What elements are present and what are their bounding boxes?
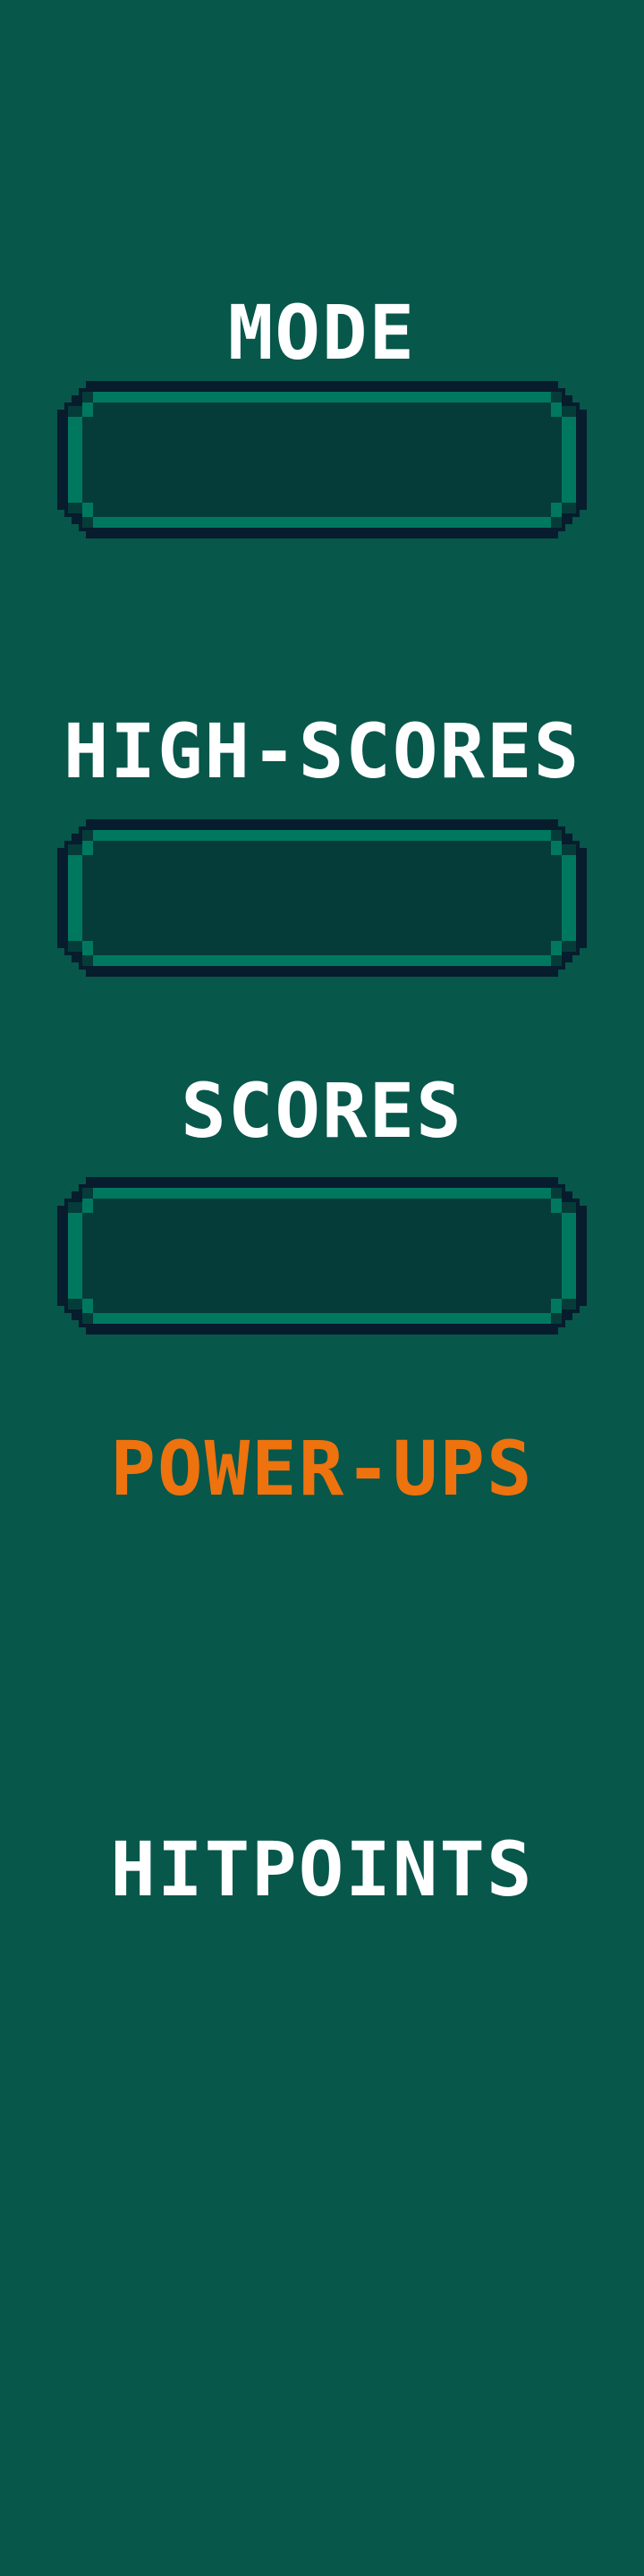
mode-value (57, 381, 587, 538)
hitpoints-label: HITPOINTS (110, 1826, 534, 1913)
scores-display-panel (57, 1177, 587, 1335)
high-scores-label: HIGH-SCORES (63, 708, 581, 795)
high-scores-value (57, 819, 587, 977)
scores-label: SCORES (181, 1067, 463, 1155)
mode-display-panel (57, 381, 587, 538)
power-ups-label: POWER-UPS (110, 1425, 534, 1513)
high-scores-display-panel (57, 819, 587, 977)
scores-value (57, 1177, 587, 1335)
mode-label: MODE (227, 289, 417, 377)
